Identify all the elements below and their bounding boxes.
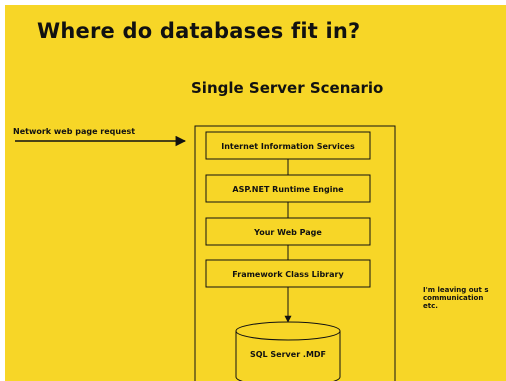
framework-library-label: Framework Class Library <box>232 270 344 279</box>
server-diagram: Internet Information Services ASP.NET Ru… <box>15 125 396 381</box>
slide: Where do databases fit in? Single Server… <box>5 5 506 381</box>
database-label: SQL Server .MDF <box>250 350 326 359</box>
web-page-label: Your Web Page <box>253 228 322 237</box>
runtime-engine-label: ASP.NET Runtime Engine <box>232 185 344 194</box>
iis-label: Internet Information Services <box>221 142 355 151</box>
